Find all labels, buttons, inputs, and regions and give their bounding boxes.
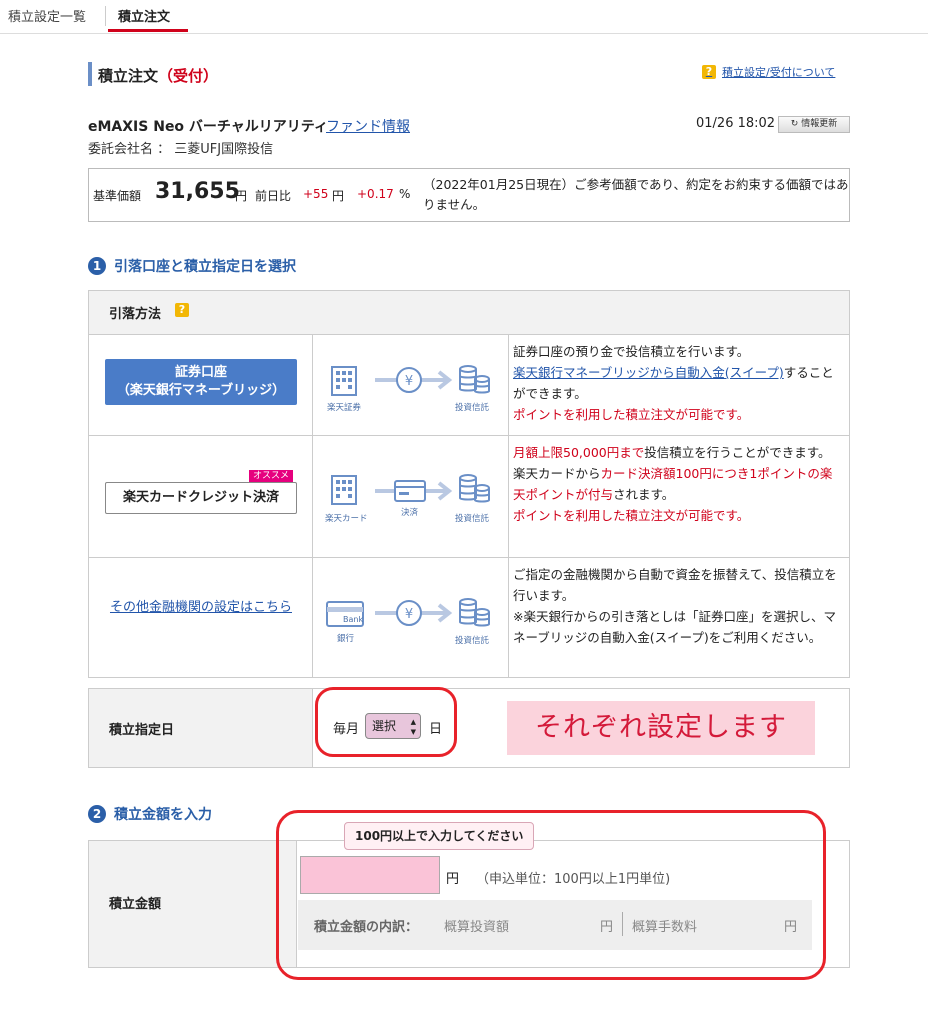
- method-row-card: オススメ 楽天カードクレジット決済 楽天カード 決済 投資信託 月額上限50,0…: [89, 436, 849, 558]
- desc-text: ご指定の金融機関から自動で資金を振替えて、投信積立を行います。: [513, 567, 837, 603]
- refresh-label: 情報更新: [801, 119, 838, 129]
- section-1-title: 引落口座と積立指定日を選択: [114, 259, 296, 275]
- flow-cell: 楽天証券 ¥ 投資信託: [313, 335, 509, 435]
- flow-to-label: 投資信託: [455, 403, 490, 413]
- points-note: ポイントを利用した積立注文が可能です。: [513, 407, 750, 422]
- fund-info-link[interactable]: ファンド情報: [326, 116, 410, 136]
- highlight-circle: [315, 687, 457, 757]
- question-icon[interactable]: ?: [175, 303, 189, 317]
- update-timestamp: 01/26 18:02: [696, 116, 776, 131]
- prev-day-label: 前日比: [255, 189, 292, 203]
- flow-to-label: 投資信託: [455, 514, 490, 524]
- method-cell: 証券口座 （楽天銀行マネーブリッジ）: [89, 335, 313, 435]
- step-1-icon: 1: [88, 257, 106, 275]
- step-2-icon: 2: [88, 805, 106, 823]
- section-2-title: 積立金額を入力: [114, 807, 212, 823]
- refresh-button[interactable]: ↻ 情報更新: [778, 116, 850, 133]
- active-tab-underline: [108, 29, 188, 32]
- price-box: 基準価額 31,655 円 前日比 +55 円 +0.17 % （2022年01…: [88, 168, 850, 222]
- method-description: ご指定の金融機関から自動で資金を振替えて、投信積立を行います。 ※楽天銀行からの…: [513, 564, 843, 648]
- nav-unit: 円: [235, 189, 248, 203]
- tab-divider: [105, 6, 106, 26]
- desc-text: ※楽天銀行からの引き落としは「証券口座」を選択し、マネーブリッジの自動入金(スイ…: [513, 609, 836, 645]
- flow-diagram-bank: Bank 銀行 ¥ 投資信託: [313, 558, 509, 678]
- page-title-text: 積立注文: [98, 67, 159, 85]
- prev-day-pct: +0.17: [357, 187, 394, 201]
- method-description: 月額上限50,000円まで投信積立を行うことができます。 楽天カードからカード決…: [513, 442, 843, 526]
- top-tabs: 積立設定一覧 積立注文: [0, 0, 928, 34]
- date-label: 積立指定日: [109, 723, 175, 738]
- bank-label: Bank: [343, 615, 364, 624]
- help-link[interactable]: ? 積立設定/受付について: [702, 64, 835, 80]
- prev-day-change: +55: [303, 187, 329, 201]
- nav-label: 基準価額: [93, 189, 142, 203]
- prev-day-unit: 円: [332, 189, 345, 203]
- svg-text:¥: ¥: [405, 374, 413, 389]
- building-icon: [331, 366, 357, 396]
- tab-settings-list[interactable]: 積立設定一覧: [8, 6, 86, 25]
- section-2-header: 2 積立金額を入力: [88, 804, 212, 824]
- points-note: ポイントを利用した積立注文が可能です。: [513, 508, 750, 523]
- securities-account-button[interactable]: 証券口座 （楽天銀行マネーブリッジ）: [105, 359, 297, 405]
- price-note: （2022年01月25日現在）ご参考価額であり、約定をお約束する価額ではありませ…: [423, 177, 849, 212]
- recommend-badge: オススメ: [249, 470, 294, 482]
- method-row-other: その他金融機関の設定はこちら Bank 銀行 ¥ 投資信託 ご指定の金融機関から…: [89, 558, 849, 678]
- method-description: 証券口座の預り金で投信積立を行います。 楽天銀行マネーブリッジから自動入金(スイ…: [513, 341, 843, 425]
- payment-method-table: 引落方法 ? 証券口座 （楽天銀行マネーブリッジ） 楽天証券 ¥ 投資信託 証券…: [88, 290, 850, 678]
- flow-diagram-card: 楽天カード 決済 投資信託: [313, 436, 509, 557]
- schedule-date-row: 積立指定日 毎月 選択 ▲ ▼ 日 それぞれ設定します: [88, 687, 850, 768]
- flow-from-label: 楽天カード: [325, 514, 368, 524]
- page-title: 積立注文（受付）: [98, 65, 218, 86]
- fund-name: eMAXIS Neo バーチャルリアリティ: [88, 119, 328, 135]
- annotation-banner: それぞれ設定します: [507, 701, 815, 755]
- highlight-rectangle: [276, 810, 826, 980]
- refresh-icon: ↻: [790, 119, 802, 129]
- method-row-securities: 証券口座 （楽天銀行マネーブリッジ） 楽天証券 ¥ 投資信託 証券口座の預り金で…: [89, 335, 849, 436]
- svg-text:¥: ¥: [405, 607, 413, 622]
- flow-cell: Bank 銀行 ¥ 投資信託: [313, 558, 509, 678]
- desc-text: 楽天カードから: [513, 466, 601, 481]
- flow-cell: 楽天カード 決済 投資信託: [313, 436, 509, 557]
- method-cell: その他金融機関の設定はこちら: [89, 558, 313, 678]
- card-arrow-icon: [375, 480, 453, 502]
- securities-button-line2: （楽天銀行マネーブリッジ）: [116, 383, 286, 398]
- nav-value: 31,655: [155, 179, 240, 204]
- coins-icon: [459, 365, 490, 394]
- method-cell: オススメ 楽天カードクレジット決済: [89, 436, 313, 557]
- coins-icon: [459, 474, 490, 503]
- question-icon: ?: [702, 65, 716, 79]
- method-header: 引落方法 ?: [89, 291, 849, 335]
- section-1-header: 1 引落口座と積立指定日を選択: [88, 256, 296, 276]
- flow-to-label: 投資信託: [455, 636, 490, 646]
- flow-from-label: 銀行: [337, 634, 355, 644]
- method-header-label: 引落方法: [109, 307, 162, 322]
- other-bank-link[interactable]: その他金融機関の設定はこちら: [103, 598, 299, 618]
- fund-company: 委託会社名 ： 三菱UFJ国際投信: [88, 142, 274, 157]
- building-icon: [331, 475, 357, 505]
- yen-arrow-icon: ¥: [375, 600, 453, 626]
- status-badge: （受付）: [158, 67, 219, 85]
- amount-label-cell: 積立金額: [89, 841, 297, 967]
- flow-mid-label: 決済: [401, 508, 419, 518]
- sweep-link[interactable]: 楽天銀行マネーブリッジから自動入金(スイープ): [513, 365, 784, 380]
- desc-text: されます。: [613, 487, 675, 502]
- securities-button-line1: 証券口座: [174, 365, 227, 380]
- title-accent-bar: [88, 62, 92, 86]
- flow-from-label: 楽天証券: [327, 403, 362, 413]
- limit-note: 月額上限50,000円まで: [513, 445, 645, 460]
- coins-icon: [459, 598, 490, 627]
- amount-label: 積立金額: [109, 897, 162, 912]
- desc-text: 証券口座の預り金で投信積立を行います。: [513, 344, 750, 359]
- yen-arrow-icon: ¥: [375, 367, 453, 393]
- date-label-cell: 積立指定日: [89, 689, 313, 767]
- flow-diagram-securities: 楽天証券 ¥ 投資信託: [313, 335, 509, 435]
- tab-order[interactable]: 積立注文: [118, 6, 170, 25]
- desc-text: 投信積立を行うことができます。: [644, 445, 831, 460]
- credit-card-button[interactable]: 楽天カードクレジット決済: [105, 482, 297, 514]
- help-link-text[interactable]: 積立設定/受付について: [722, 64, 835, 80]
- pct-unit: %: [399, 187, 411, 201]
